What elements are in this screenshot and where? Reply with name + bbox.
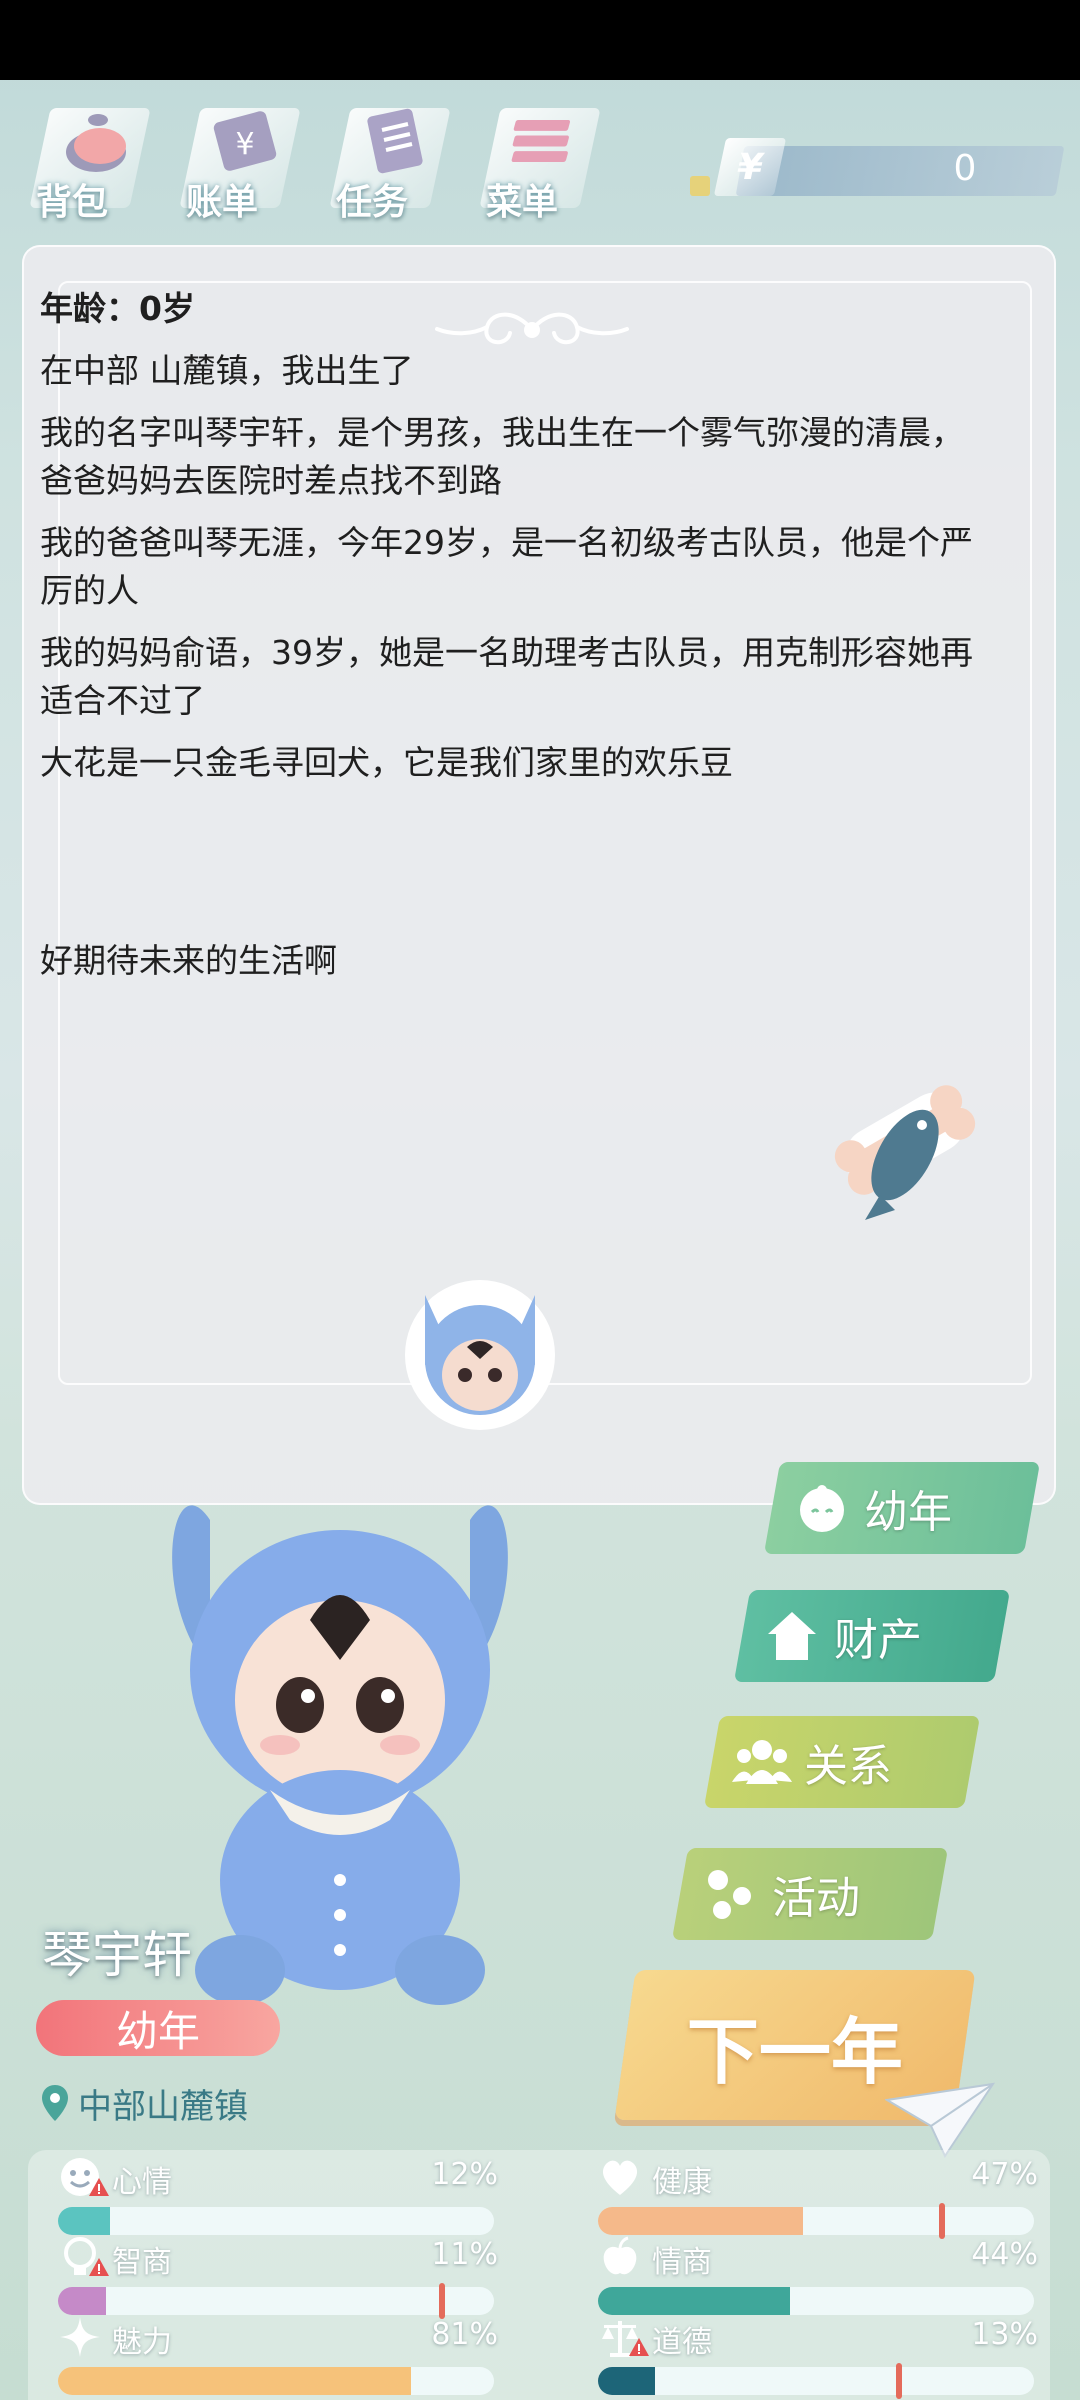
life-stage-badge: 幼年 bbox=[36, 2000, 280, 2056]
stat-fill bbox=[598, 2207, 803, 2235]
yen-icon: ¥ bbox=[713, 138, 787, 196]
story-paragraph: 在中部 山麓镇，我出生了 bbox=[40, 351, 414, 390]
status-bar bbox=[0, 0, 1080, 80]
bag-icon bbox=[60, 103, 130, 178]
stat-value: 13% bbox=[971, 2317, 1038, 2352]
youth-button[interactable]: 幼年 bbox=[763, 1462, 1041, 1554]
bag-button[interactable]: 背包 bbox=[20, 88, 160, 238]
stat-name: 道德 bbox=[652, 2325, 712, 2360]
stat-name: 健康 bbox=[652, 2165, 712, 2200]
menu-button[interactable]: 菜单 bbox=[470, 88, 610, 238]
menu-label: 菜单 bbox=[486, 182, 559, 223]
age-line: 年龄：0岁 bbox=[40, 289, 195, 328]
story-paragraph: 大花是一只金毛寻回犬，它是我们家里的欢乐豆 bbox=[40, 743, 733, 782]
stat-value: 44% bbox=[971, 2237, 1038, 2272]
story-paragraph: 我的爸爸叫琴无涯，今年29岁，是一名初级考古队员，他是个严厉的人 bbox=[40, 523, 973, 610]
stat-name: 情商 bbox=[652, 2245, 712, 2280]
stat-marker bbox=[895, 2363, 902, 2399]
money-display: ¥ 0 bbox=[690, 138, 1065, 204]
youth-label: 幼年 bbox=[864, 1487, 952, 1538]
character-name: 琴宇轩 bbox=[42, 1926, 192, 1984]
stat-name: 智商 bbox=[112, 2245, 172, 2280]
character-figure bbox=[172, 1505, 508, 2005]
menu-icon bbox=[510, 103, 580, 178]
stat-morality: 道德 13% bbox=[598, 2315, 1038, 2399]
activities-button[interactable]: 活动 bbox=[671, 1848, 949, 1940]
location-pin-icon bbox=[42, 2085, 68, 2121]
assets-label: 财产 bbox=[834, 1615, 922, 1666]
assets-button[interactable]: 财产 bbox=[733, 1590, 1011, 1682]
stat-fill bbox=[58, 2367, 412, 2395]
stat-eq: 情商 44% bbox=[598, 2235, 1038, 2315]
stat-name: 心情 bbox=[112, 2165, 172, 2200]
money-value: 0 bbox=[953, 148, 977, 189]
stat-marker bbox=[438, 2283, 445, 2319]
baby-face-icon bbox=[792, 1478, 852, 1538]
apple-icon bbox=[603, 2236, 637, 2275]
bill-button[interactable]: ¥ 账单 bbox=[170, 88, 310, 238]
story-closing: 好期待未来的生活啊 bbox=[40, 941, 337, 980]
top-menu: 背包 ¥ 账单 任务 菜单 bbox=[20, 88, 640, 238]
paper-plane-icon bbox=[885, 2082, 995, 2159]
stat-iq: 智商 11% bbox=[58, 2235, 498, 2319]
stat-value: 12% bbox=[431, 2157, 498, 2192]
relations-button[interactable]: 关系 bbox=[703, 1716, 981, 1808]
svg-text:¥: ¥ bbox=[235, 127, 254, 162]
stat-value: 47% bbox=[971, 2157, 1038, 2192]
people-icon bbox=[732, 1732, 792, 1792]
warning-icon bbox=[89, 2258, 109, 2276]
stat-value: 81% bbox=[431, 2317, 498, 2352]
stat-fill bbox=[58, 2287, 106, 2315]
activities-label: 活动 bbox=[772, 1873, 860, 1924]
next-year-label: 下一年 bbox=[686, 2009, 903, 2094]
task-icon bbox=[360, 103, 430, 178]
stat-charm: 魅力 81% bbox=[58, 2315, 498, 2395]
stat-mood: 心情 12% bbox=[58, 2155, 498, 2235]
story-text: 年龄：0岁 在中部 山麓镇，我出生了 我的名字叫琴宇轩，是个男孩，我出生在一个雾… bbox=[40, 285, 990, 999]
sparkle-icon bbox=[60, 2317, 100, 2357]
bag-label: 背包 bbox=[36, 182, 109, 223]
stat-fill bbox=[58, 2207, 111, 2235]
stat-fill bbox=[598, 2287, 790, 2315]
coin-icon bbox=[690, 176, 710, 196]
activity-dots-icon bbox=[700, 1864, 760, 1924]
stat-value: 11% bbox=[431, 2237, 498, 2272]
bill-label: 账单 bbox=[186, 182, 259, 223]
bill-icon: ¥ bbox=[210, 103, 280, 178]
stat-health: 健康 47% bbox=[598, 2155, 1038, 2239]
stat-name: 魅力 bbox=[112, 2325, 172, 2360]
house-icon bbox=[762, 1606, 822, 1666]
task-label: 任务 bbox=[336, 182, 409, 223]
story-paragraph: 我的名字叫琴宇轩，是个男孩，我出生在一个雾气弥漫的清晨，爸爸妈妈去医院时差点找不… bbox=[40, 413, 964, 500]
task-button[interactable]: 任务 bbox=[320, 88, 460, 238]
warning-icon bbox=[89, 2178, 109, 2196]
heart-icon bbox=[602, 2160, 638, 2195]
stat-fill bbox=[598, 2367, 655, 2395]
stat-marker bbox=[939, 2203, 946, 2239]
warning-icon bbox=[629, 2338, 649, 2356]
baby-sticker bbox=[405, 1280, 555, 1430]
bone-fish-sticker bbox=[834, 1085, 976, 1220]
story-paragraph: 我的妈妈俞语，39岁，她是一名助理考古队员，用克制形容她再适合不过了 bbox=[40, 633, 973, 720]
location-label: 中部山麓镇 bbox=[40, 2078, 248, 2128]
location-text: 中部山麓镇 bbox=[78, 2086, 248, 2127]
relations-label: 关系 bbox=[804, 1741, 892, 1792]
